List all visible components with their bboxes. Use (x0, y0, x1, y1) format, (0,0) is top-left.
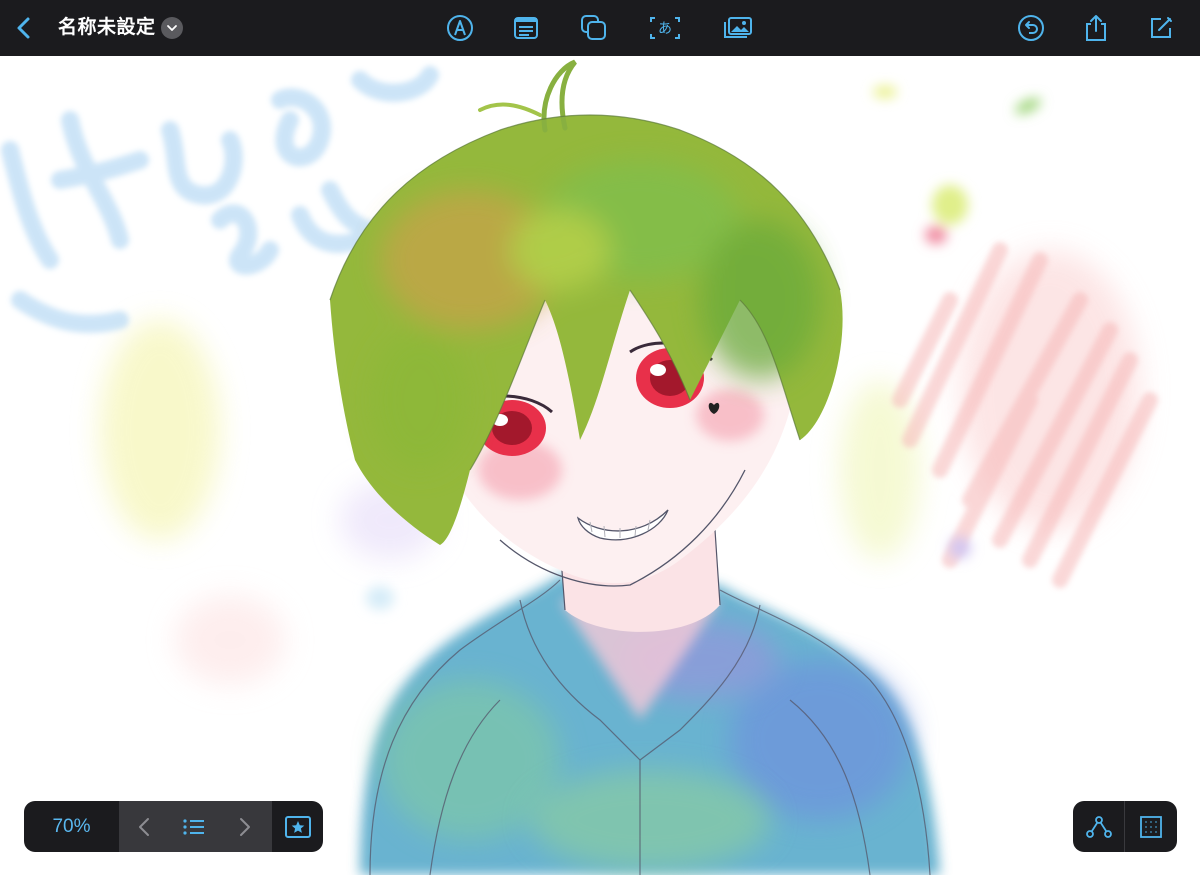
text-box-icon: あ (650, 17, 680, 39)
chevron-down-icon (167, 25, 177, 31)
grid-toggle-button[interactable] (1125, 801, 1176, 852)
compose-button[interactable] (1145, 12, 1177, 44)
chevron-right-icon (240, 817, 250, 836)
drawing-canvas[interactable] (0, 56, 1200, 875)
list-icon (183, 818, 204, 835)
path-nodes-icon (1085, 815, 1112, 838)
next-page-button[interactable] (220, 801, 270, 852)
shapes-icon (581, 15, 606, 40)
text-lines-button[interactable] (510, 12, 542, 44)
compose-icon (1151, 17, 1172, 38)
page-controls (119, 801, 272, 852)
share-button[interactable] (1080, 12, 1112, 44)
undo-button[interactable] (1015, 12, 1047, 44)
text-box-button[interactable]: あ (648, 12, 682, 44)
illustration (1, 59, 1158, 875)
back-button[interactable] (8, 12, 40, 44)
document-title[interactable]: 名称未設定 (58, 16, 156, 40)
canvas-controls (1073, 801, 1177, 852)
undo-icon (1018, 15, 1044, 41)
shapes-button[interactable] (578, 12, 610, 44)
star-icon (285, 815, 311, 838)
text-box-glyph: あ (658, 21, 672, 37)
zoom-level[interactable]: 70% (24, 801, 119, 852)
path-edit-button[interactable] (1073, 801, 1124, 852)
image-insert-button[interactable] (720, 12, 756, 44)
page-navigator: 70% (24, 801, 323, 852)
pen-tool-icon (447, 15, 473, 41)
title-dropdown-button[interactable] (161, 17, 183, 39)
favorite-button[interactable] (273, 801, 323, 852)
grid-icon (1139, 815, 1162, 838)
share-icon (1086, 15, 1106, 41)
top-toolbar: 名称未設定 あ (0, 0, 1200, 56)
chevron-left-icon (139, 817, 149, 836)
chevron-left-icon (17, 17, 30, 39)
image-insert-icon (724, 17, 752, 38)
page-list-button[interactable] (169, 801, 219, 852)
pen-tool-button[interactable] (444, 12, 476, 44)
text-lines-icon (514, 17, 538, 39)
previous-page-button[interactable] (119, 801, 169, 852)
